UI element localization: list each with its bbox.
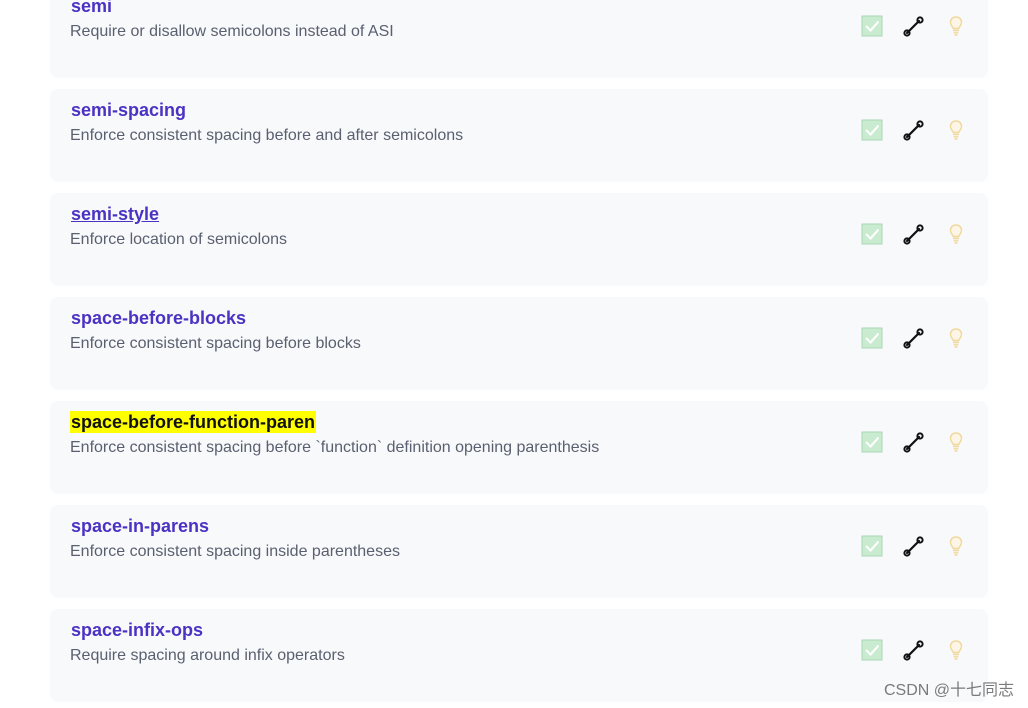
recommended-check-icon: [861, 639, 883, 661]
fixable-wrench-icon: [903, 432, 924, 453]
suggestion-bulb-icon: [949, 224, 963, 244]
rule-icons: [860, 14, 970, 42]
rule-card-semi: semi Require or disallow semicolons inst…: [50, 0, 988, 78]
fixable-wrench-icon: [903, 640, 924, 661]
rule-card-space-in-parens: space-in-parens Enforce consistent spaci…: [50, 505, 988, 598]
suggestion-bulb-icon: [949, 536, 963, 556]
rule-card-space-before-function-paren: space-before-function-paren Enforce cons…: [50, 401, 988, 494]
suggestion-bulb-icon: [949, 328, 963, 348]
rule-description: Enforce consistent spacing inside parent…: [70, 543, 400, 560]
recommended-check-icon: [861, 223, 883, 245]
rule-link[interactable]: space-in-parens: [70, 515, 210, 537]
recommended-check-icon: [861, 15, 883, 37]
rule-link[interactable]: space-before-blocks: [70, 307, 247, 329]
rule-description: Require or disallow semicolons instead o…: [70, 23, 394, 40]
rule-link[interactable]: space-infix-ops: [70, 619, 204, 641]
fixable-wrench-icon: [903, 120, 924, 141]
recommended-check-icon: [861, 535, 883, 557]
rule-card-semi-style: semi-style Enforce location of semicolon…: [50, 193, 988, 286]
recommended-check-icon: [861, 119, 883, 141]
fixable-wrench-icon: [903, 536, 924, 557]
rule-icons: [860, 222, 970, 250]
rule-icons: [860, 118, 970, 146]
fixable-wrench-icon: [903, 224, 924, 245]
rule-description: Enforce consistent spacing before and af…: [70, 127, 464, 144]
rule-description: Require spacing around infix operators: [70, 647, 345, 664]
rule-card-semi-spacing: semi-spacing Enforce consistent spacing …: [50, 89, 988, 182]
recommended-check-icon: [861, 327, 883, 349]
suggestion-bulb-icon: [949, 432, 963, 452]
rule-description: Enforce consistent spacing before blocks: [70, 335, 361, 352]
rule-description: Enforce location of semicolons: [70, 231, 287, 248]
recommended-check-icon: [861, 431, 883, 453]
rule-icons: [860, 638, 970, 666]
rule-link[interactable]: space-before-function-paren: [70, 411, 317, 433]
rule-link[interactable]: semi: [70, 0, 113, 17]
suggestion-bulb-icon: [949, 16, 963, 36]
rule-link[interactable]: semi-spacing: [70, 99, 187, 121]
rule-card-space-infix-ops: space-infix-ops Require spacing around i…: [50, 609, 988, 702]
rule-icons: [860, 326, 970, 354]
rule-link[interactable]: semi-style: [70, 203, 160, 225]
fixable-wrench-icon: [903, 16, 924, 37]
suggestion-bulb-icon: [949, 120, 963, 140]
rule-icons: [860, 430, 970, 458]
rule-description: Enforce consistent spacing before `funct…: [70, 439, 600, 456]
watermark-text: CSDN @十七同志: [883, 682, 1014, 699]
fixable-wrench-icon: [903, 328, 924, 349]
rule-card-space-before-blocks: space-before-blocks Enforce consistent s…: [50, 297, 988, 390]
rules-list-page: semi Require or disallow semicolons inst…: [0, 0, 1028, 708]
rule-icons: [860, 534, 970, 562]
suggestion-bulb-icon: [949, 640, 963, 660]
